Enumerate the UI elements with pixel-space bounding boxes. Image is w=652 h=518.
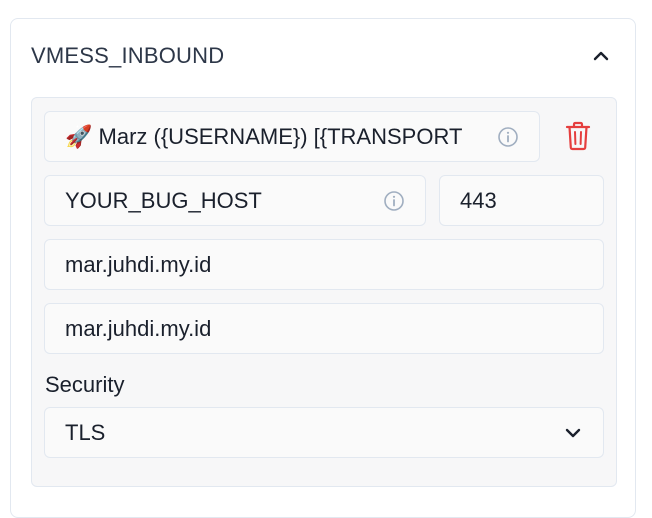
chevron-up-icon <box>591 46 611 66</box>
port-value: 443 <box>460 188 583 214</box>
host-settings-panel: 🚀 Marz ({USERNAME}) [{TRANSPORT YOUR_ <box>31 97 617 487</box>
sni-input[interactable]: mar.juhdi.my.id <box>44 239 604 290</box>
info-icon[interactable] <box>497 126 519 148</box>
trash-icon <box>565 121 591 151</box>
host-input[interactable]: mar.juhdi.my.id <box>44 303 604 354</box>
port-input[interactable]: 443 <box>439 175 604 226</box>
delete-host-button[interactable] <box>558 116 598 156</box>
inbound-header[interactable]: VMESS_INBOUND <box>11 19 635 93</box>
security-label: Security <box>45 372 124 398</box>
chevron-down-icon <box>563 423 583 443</box>
security-select[interactable]: TLS <box>44 407 604 458</box>
address-value: YOUR_BUG_HOST <box>65 188 383 214</box>
info-icon[interactable] <box>383 190 405 212</box>
inbound-card: VMESS_INBOUND 🚀 Marz ({USERNAME}) [{TRAN… <box>10 18 636 518</box>
collapse-button[interactable] <box>587 42 615 70</box>
host-value: mar.juhdi.my.id <box>65 316 583 342</box>
remark-value: 🚀 Marz ({USERNAME}) [{TRANSPORT <box>65 124 497 150</box>
address-input[interactable]: YOUR_BUG_HOST <box>44 175 426 226</box>
inbound-title: VMESS_INBOUND <box>31 43 224 69</box>
sni-value: mar.juhdi.my.id <box>65 252 583 278</box>
remark-input[interactable]: 🚀 Marz ({USERNAME}) [{TRANSPORT <box>44 111 540 162</box>
security-selected-value: TLS <box>65 420 563 446</box>
